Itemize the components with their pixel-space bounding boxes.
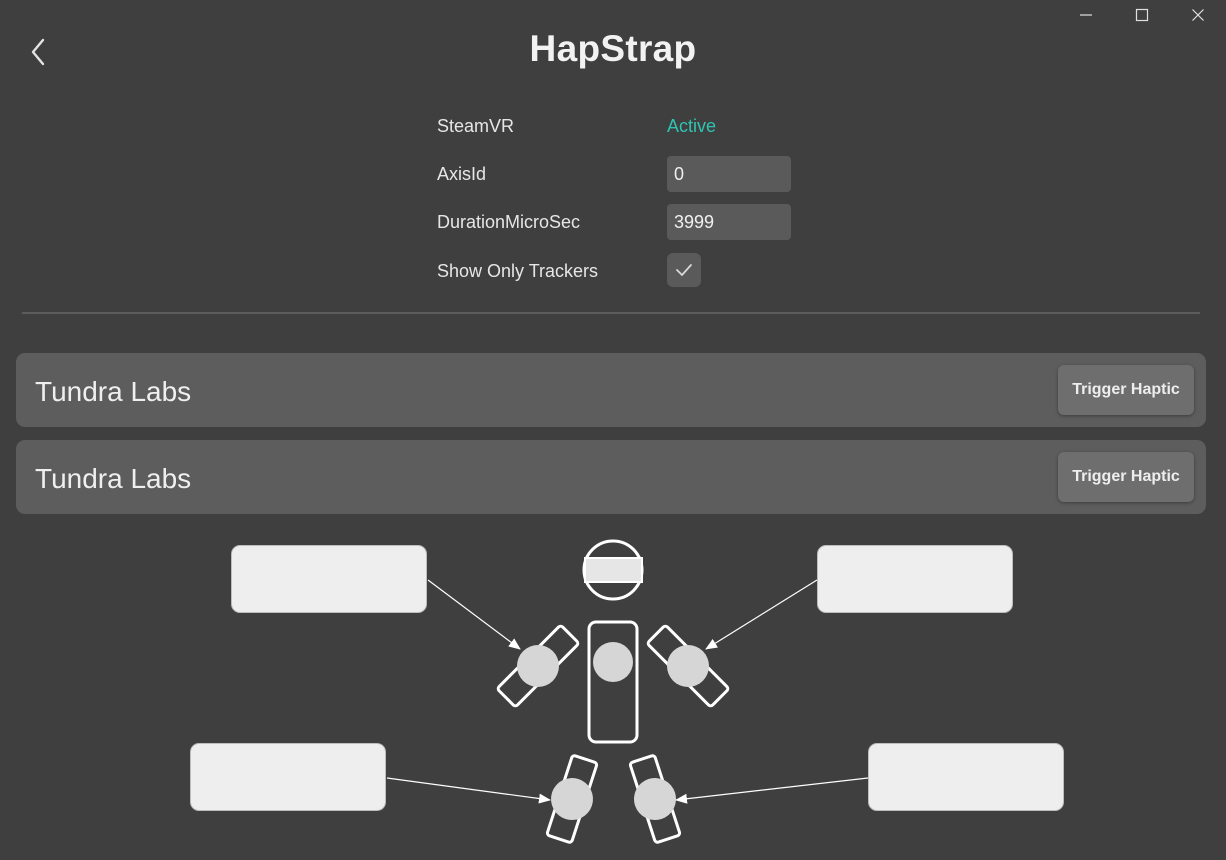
steamvr-row: SteamVR Active <box>437 108 817 144</box>
left-arm-strap-icon <box>496 624 580 708</box>
hapstrap-window: HapStrap SteamVR Active AxisId DurationM… <box>0 0 1226 860</box>
body-figure <box>386 539 869 844</box>
left-leg-strap-icon <box>545 754 599 844</box>
steamvr-label: SteamVR <box>437 116 515 136</box>
device-card: Tundra Labs Trigger Haptic <box>16 440 1206 514</box>
arrow-lower-right <box>675 777 869 804</box>
torso-icon <box>587 620 639 744</box>
maximize-button[interactable] <box>1114 0 1170 30</box>
device-card: Tundra Labs Trigger Haptic <box>16 353 1206 427</box>
steamvr-status: Active <box>667 116 717 136</box>
minimize-icon <box>1080 14 1092 16</box>
duration-input[interactable] <box>667 204 791 240</box>
checkmark-icon <box>676 264 692 276</box>
arrow-lower-left <box>386 777 551 804</box>
close-icon <box>1192 9 1204 21</box>
show-only-trackers-label: Show Only Trackers <box>437 261 599 281</box>
show-only-trackers-row: Show Only Trackers <box>437 253 817 289</box>
device-name: Tundra Labs <box>35 376 192 407</box>
section-divider <box>22 312 1200 314</box>
arrow-upper-left <box>427 579 521 650</box>
duration-label: DurationMicroSec <box>437 212 581 232</box>
minimize-button[interactable] <box>1058 0 1114 30</box>
device-name: Tundra Labs <box>35 463 192 494</box>
window-controls <box>1058 0 1226 30</box>
axis-id-row: AxisId <box>437 156 817 192</box>
maximize-icon <box>1135 8 1149 22</box>
arrow-upper-right <box>705 579 818 650</box>
show-only-trackers-checkbox[interactable] <box>667 253 701 287</box>
page-title: HapStrap <box>529 28 697 69</box>
duration-row: DurationMicroSec <box>437 204 817 240</box>
right-arm-strap-icon <box>646 624 730 708</box>
axis-id-input[interactable] <box>667 156 791 192</box>
axis-id-label: AxisId <box>437 164 487 184</box>
close-button[interactable] <box>1170 0 1226 30</box>
head-icon <box>582 539 644 601</box>
trigger-haptic-button[interactable]: Trigger Haptic <box>1058 365 1194 415</box>
trigger-haptic-button[interactable]: Trigger Haptic <box>1058 452 1194 502</box>
body-diagram <box>0 520 1226 860</box>
right-leg-strap-icon <box>628 754 682 844</box>
